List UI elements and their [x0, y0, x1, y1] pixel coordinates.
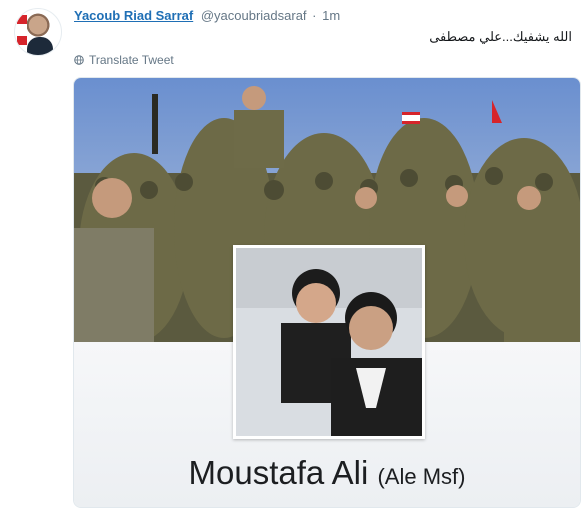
avatar-figure: [27, 37, 53, 55]
tweet-header: Yacoub Riad Sarraf @yacoubriadsaraf · 1m: [74, 8, 340, 23]
tweet-text: الله يشفيك...علي مصطفى: [429, 29, 572, 44]
profile-name: Moustafa Ali: [188, 454, 369, 491]
lebanon-flag-icon: [17, 15, 27, 45]
author-avatar[interactable]: [14, 8, 62, 56]
globe-icon: [74, 55, 84, 65]
tweet-timestamp[interactable]: 1m: [322, 8, 340, 23]
translate-label: Translate Tweet: [89, 53, 174, 67]
translate-tweet-link[interactable]: Translate Tweet: [74, 53, 174, 67]
profile-name-caption: Moustafa Ali (Ale Msf): [74, 454, 580, 492]
profile-photo: [233, 245, 425, 439]
tweet[interactable]: Yacoub Riad Sarraf @yacoubriadsaraf · 1m…: [0, 0, 586, 510]
tweet-media-image[interactable]: Moustafa Ali (Ale Msf): [73, 77, 581, 508]
header-separator: ·: [312, 8, 317, 23]
author-handle[interactable]: @yacoubriadsaraf: [201, 8, 307, 23]
profile-alt-name: (Ale Msf): [377, 464, 466, 489]
author-name[interactable]: Yacoub Riad Sarraf: [74, 8, 193, 23]
